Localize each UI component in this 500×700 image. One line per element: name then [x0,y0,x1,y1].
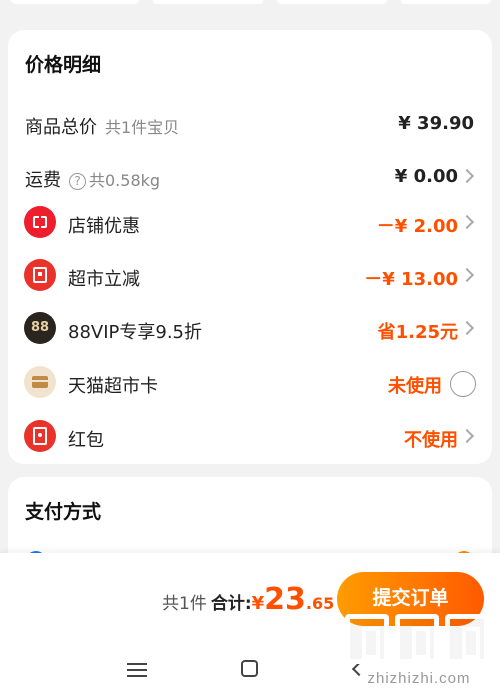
price-detail-title: 价格明细 [25,54,102,76]
previous-card-edge [0,0,500,14]
top-tab [152,0,264,4]
total-amount: ¥23.65 [251,582,335,617]
item-count: 共1件 [162,594,207,614]
home-icon[interactable] [241,660,258,677]
chevron-right-icon[interactable] [459,428,475,444]
store-discount-value: －¥ 2.00 [376,216,458,237]
shipping-row[interactable]: 运费? 共0.58kg ¥ 0.00 [8,159,492,199]
total-integer: 23 [264,582,306,617]
total-decimal: .65 [305,594,335,613]
market-discount-row[interactable]: 超市立减 －¥ 13.00 [8,258,492,298]
watermark-logo [395,614,439,664]
chevron-right-icon[interactable] [459,267,475,283]
menu-icon[interactable] [127,663,147,677]
tmall-card-value: 未使用 [388,376,442,397]
red-packet-label: 红包 [68,430,104,451]
red-packet-value: 不使用 [404,430,458,451]
watermark-logo [345,614,389,664]
tmall-card-row[interactable]: 天猫超市卡 未使用 [8,365,492,405]
vip-88-icon: 88 [24,312,56,344]
goods-count: 共1件宝贝 [105,118,180,137]
watermark-text: zhizhizhi.com [367,670,471,687]
order-total: 共1件 合计:¥23.65 [162,582,334,617]
price-detail-card: 价格明细 商品总价 共1件宝贝 ¥ 39.90 运费? 共0.58kg ¥ 0.00… [8,30,492,464]
top-tab [276,0,388,4]
goods-total-label: 商品总价 [25,117,97,138]
chevron-right-icon[interactable] [459,320,475,336]
goods-total-value: ¥ 39.90 [398,113,474,134]
shipping-value: ¥ 0.00 [394,166,458,187]
coupon-icon [24,259,56,291]
top-tab [10,0,140,4]
total-currency: ¥ [251,593,265,614]
chevron-right-icon[interactable] [459,214,475,230]
tmall-card-label: 天猫超市卡 [68,376,158,397]
market-discount-value: －¥ 13.00 [364,269,458,290]
vip-discount-value: 省1.25元 [377,322,458,343]
shipping-weight: 共0.58kg [89,171,161,190]
goods-total-label-wrap: 商品总价 共1件宝贝 [25,113,179,139]
ticket-icon [24,206,56,238]
red-packet-icon [24,420,56,452]
vip-discount-row[interactable]: 88 88VIP专享9.5折 省1.25元 [8,311,492,351]
goods-total-row: 商品总价 共1件宝贝 ¥ 39.90 [8,106,492,146]
tmall-card-radio[interactable] [450,371,476,397]
card-icon [24,366,56,398]
store-discount-label: 店铺优惠 [68,216,140,237]
shipping-label: 运费 [25,170,61,191]
watermark: zhizhizhi.com [341,614,493,694]
red-packet-row[interactable]: 红包 不使用 [8,419,492,459]
shipping-label-wrap: 运费? 共0.58kg [25,166,160,192]
payment-method-title: 支付方式 [25,501,102,523]
vip-discount-label: 88VIP专享9.5折 [68,322,203,343]
help-icon[interactable]: ? [69,173,86,190]
top-tab [400,0,492,4]
chevron-right-icon[interactable] [459,168,475,184]
watermark-logo [445,614,489,664]
store-discount-row[interactable]: 店铺优惠 －¥ 2.00 [8,205,492,245]
market-discount-label: 超市立减 [68,269,140,290]
total-label: 合计: [210,594,252,614]
